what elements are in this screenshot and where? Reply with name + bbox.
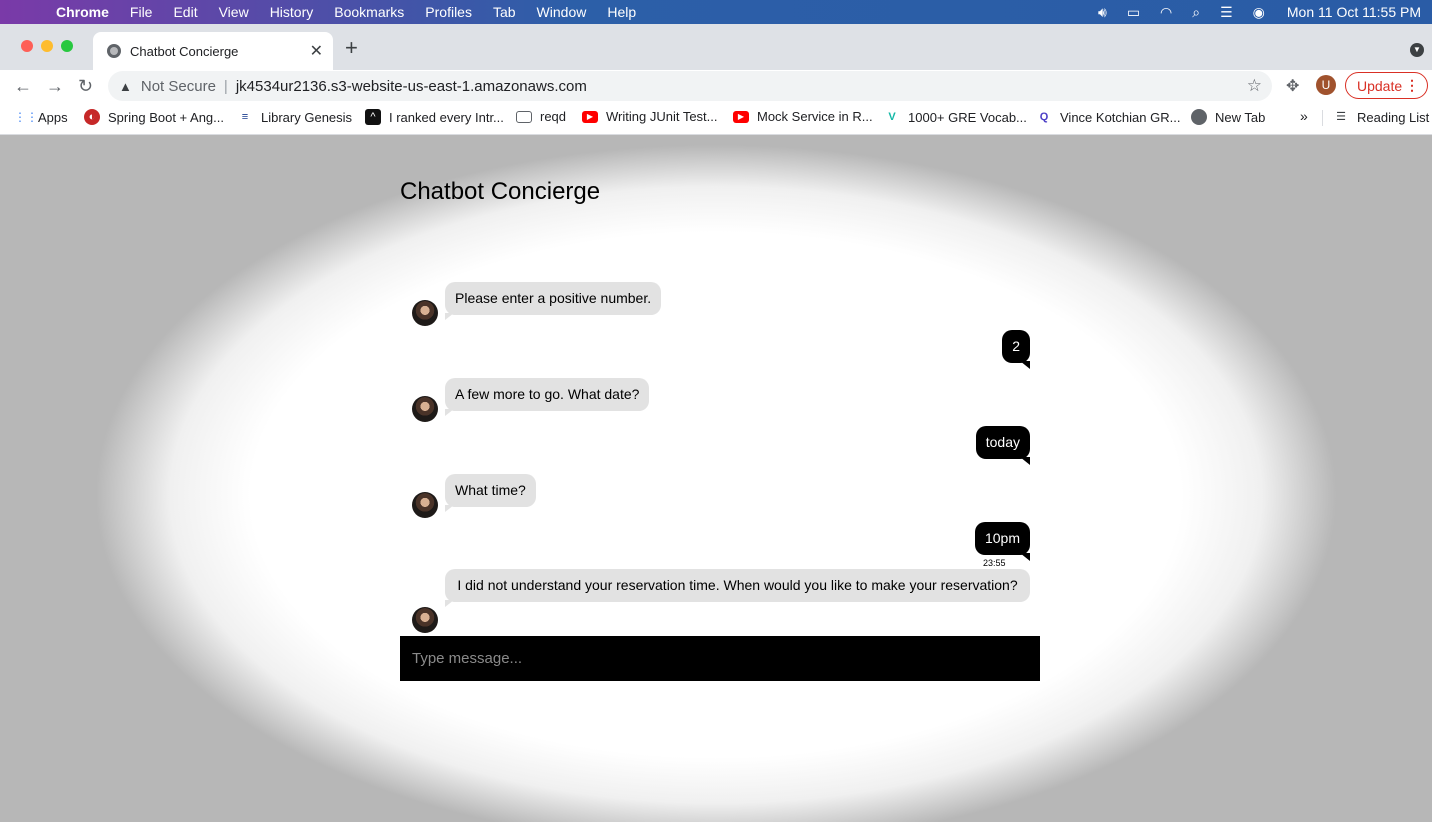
new-tab-button[interactable]: +: [345, 37, 358, 59]
menu-bookmarks[interactable]: Bookmarks: [334, 0, 404, 24]
battery-icon[interactable]: ▭: [1127, 4, 1140, 21]
more-bookmarks-chevron-icon[interactable]: »: [1300, 108, 1308, 124]
menubar-status-area: 🔊︎ ▭ ◠ ⌕ ☰ ◉ Mon 11 Oct 11:55 PM: [1078, 0, 1421, 24]
reading-list-label: Reading List: [1357, 109, 1430, 125]
control-center-icon[interactable]: ☰: [1220, 4, 1233, 21]
tab-chatbot-concierge[interactable]: Chatbot Concierge ✕: [93, 32, 333, 70]
bookmark-label: 1000+ GRE Vocab...: [908, 109, 1027, 125]
bookmark-spring-boot[interactable]: ◐ Spring Boot + Ang...: [84, 109, 224, 125]
tab-strip: Chatbot Concierge ✕ + ▼: [0, 24, 1432, 70]
tab-close-icon[interactable]: ✕: [310, 41, 323, 61]
bot-message: What time?: [445, 474, 536, 512]
bookmark-mock-service[interactable]: ▶ Mock Service in R...: [733, 109, 873, 124]
bookmark-label: Spring Boot + Ang...: [108, 109, 224, 125]
reading-list-icon: ☰: [1336, 111, 1346, 123]
more-menu-icon[interactable]: ⋮: [1405, 77, 1419, 94]
bookmark-label: Writing JUnit Test...: [606, 109, 718, 124]
bookmark-star-icon[interactable]: ☆: [1247, 76, 1262, 96]
security-status[interactable]: Not Secure: [141, 78, 216, 95]
bookmark-label: reqd: [540, 109, 567, 124]
message-composer: [400, 636, 1040, 681]
quora-icon: Q: [1039, 111, 1049, 123]
window-close-button[interactable]: [21, 40, 33, 52]
address-bar[interactable]: ▲ Not Secure | jk4534ur2136.s3-website-u…: [108, 71, 1272, 101]
menubar-clock[interactable]: Mon 11 Oct 11:55 PM: [1287, 4, 1421, 20]
menu-view[interactable]: View: [219, 0, 249, 24]
bot-avatar: [412, 396, 438, 422]
site-favicon-icon: ◐: [84, 109, 100, 125]
browser-toolbar: ← → ↻ ▲ Not Secure | jk4534ur2136.s3-web…: [0, 70, 1432, 102]
menu-tab[interactable]: Tab: [493, 0, 516, 24]
menu-history[interactable]: History: [270, 0, 314, 24]
wifi-icon[interactable]: ◠: [1160, 4, 1172, 21]
bot-message: Please enter a positive number.: [445, 282, 662, 320]
window-minimize-button[interactable]: [41, 40, 53, 52]
bookmark-label: I ranked every Intr...: [389, 109, 504, 125]
update-button[interactable]: Update ⋮: [1345, 72, 1428, 99]
page-title: Chatbot Concierge: [400, 178, 601, 205]
menu-file[interactable]: File: [130, 0, 153, 24]
apps-grid-icon: ⋮⋮: [14, 110, 38, 124]
tab-title: Chatbot Concierge: [130, 43, 239, 59]
warning-icon[interactable]: ▲: [119, 79, 132, 94]
youtube-icon: ▶: [582, 110, 598, 123]
update-label: Update: [1357, 77, 1403, 94]
bot-message: I did not understand your reservation ti…: [445, 569, 1030, 607]
menu-edit[interactable]: Edit: [173, 0, 197, 24]
user-message: 10pm: [974, 522, 1031, 561]
bookmark-label: Library Genesis: [261, 109, 353, 125]
web-page: Chatbot Concierge Please enter a positiv…: [0, 134, 1432, 822]
bookmark-gre-vocab[interactable]: V 1000+ GRE Vocab...: [884, 109, 1027, 125]
bookmark-folder-reqd[interactable]: reqd: [516, 109, 566, 124]
message-input[interactable]: [400, 636, 1040, 681]
bookmark-vince-kotchian[interactable]: Q Vince Kotchian GR...: [1036, 109, 1181, 125]
extensions-icon[interactable]: ✥: [1286, 76, 1299, 96]
site-favicon-icon: ^: [365, 109, 381, 125]
forward-arrow-icon[interactable]: →: [46, 74, 64, 98]
user-message: 2: [1002, 330, 1030, 369]
profile-avatar[interactable]: U: [1316, 75, 1336, 95]
library-genesis-icon: ≡: [241, 111, 249, 123]
bookmark-label: New Tab: [1215, 109, 1266, 125]
bookmarks-bar: ⋮⋮ Apps ◐ Spring Boot + Ang... ≡ Library…: [0, 104, 1432, 132]
reading-list-button[interactable]: ☰ Reading List: [1333, 109, 1429, 125]
menu-app-chrome[interactable]: Chrome: [56, 0, 109, 24]
spotlight-search-icon[interactable]: ⌕: [1192, 4, 1200, 21]
menu-window[interactable]: Window: [537, 0, 587, 24]
siri-icon[interactable]: ◉: [1253, 4, 1265, 21]
bookmark-label: Mock Service in R...: [757, 109, 873, 124]
site-favicon-icon: V: [888, 111, 896, 123]
folder-icon: [516, 110, 532, 123]
youtube-icon: ▶: [733, 110, 749, 123]
bookmark-label: Apps: [38, 109, 68, 125]
globe-icon: [1191, 109, 1207, 125]
message-timestamp: 23:55: [983, 558, 1006, 568]
reload-icon[interactable]: ↻: [78, 74, 93, 98]
bot-avatar: [412, 607, 438, 633]
bot-avatar: [412, 300, 438, 326]
volume-icon[interactable]: 🔊︎: [1098, 4, 1107, 21]
bookmark-new-tab[interactable]: New Tab: [1191, 109, 1265, 125]
bookmark-library-genesis[interactable]: ≡ Library Genesis: [237, 109, 352, 125]
globe-icon: [107, 44, 121, 58]
bookmark-apps[interactable]: ⋮⋮ Apps: [14, 109, 68, 125]
bookmark-writing-junit[interactable]: ▶ Writing JUnit Test...: [582, 109, 718, 124]
bookmark-label: Vince Kotchian GR...: [1060, 109, 1181, 125]
menu-help[interactable]: Help: [607, 0, 636, 24]
bot-message: A few more to go. What date?: [445, 378, 650, 416]
back-arrow-icon[interactable]: ←: [14, 74, 32, 98]
window-zoom-button[interactable]: [61, 40, 73, 52]
address-divider: |: [223, 77, 228, 95]
bookmark-i-ranked[interactable]: ^ I ranked every Intr...: [365, 109, 504, 125]
url-text[interactable]: jk4534ur2136.s3-website-us-east-1.amazon…: [236, 78, 587, 95]
bot-avatar: [412, 492, 438, 518]
menu-profiles[interactable]: Profiles: [425, 0, 472, 24]
tab-search-icon[interactable]: ▼: [1410, 43, 1424, 57]
bookmarks-divider: [1322, 110, 1323, 126]
macos-menu-bar: Chrome File Edit View History Bookmarks …: [0, 0, 1432, 24]
user-message: today: [975, 426, 1031, 465]
